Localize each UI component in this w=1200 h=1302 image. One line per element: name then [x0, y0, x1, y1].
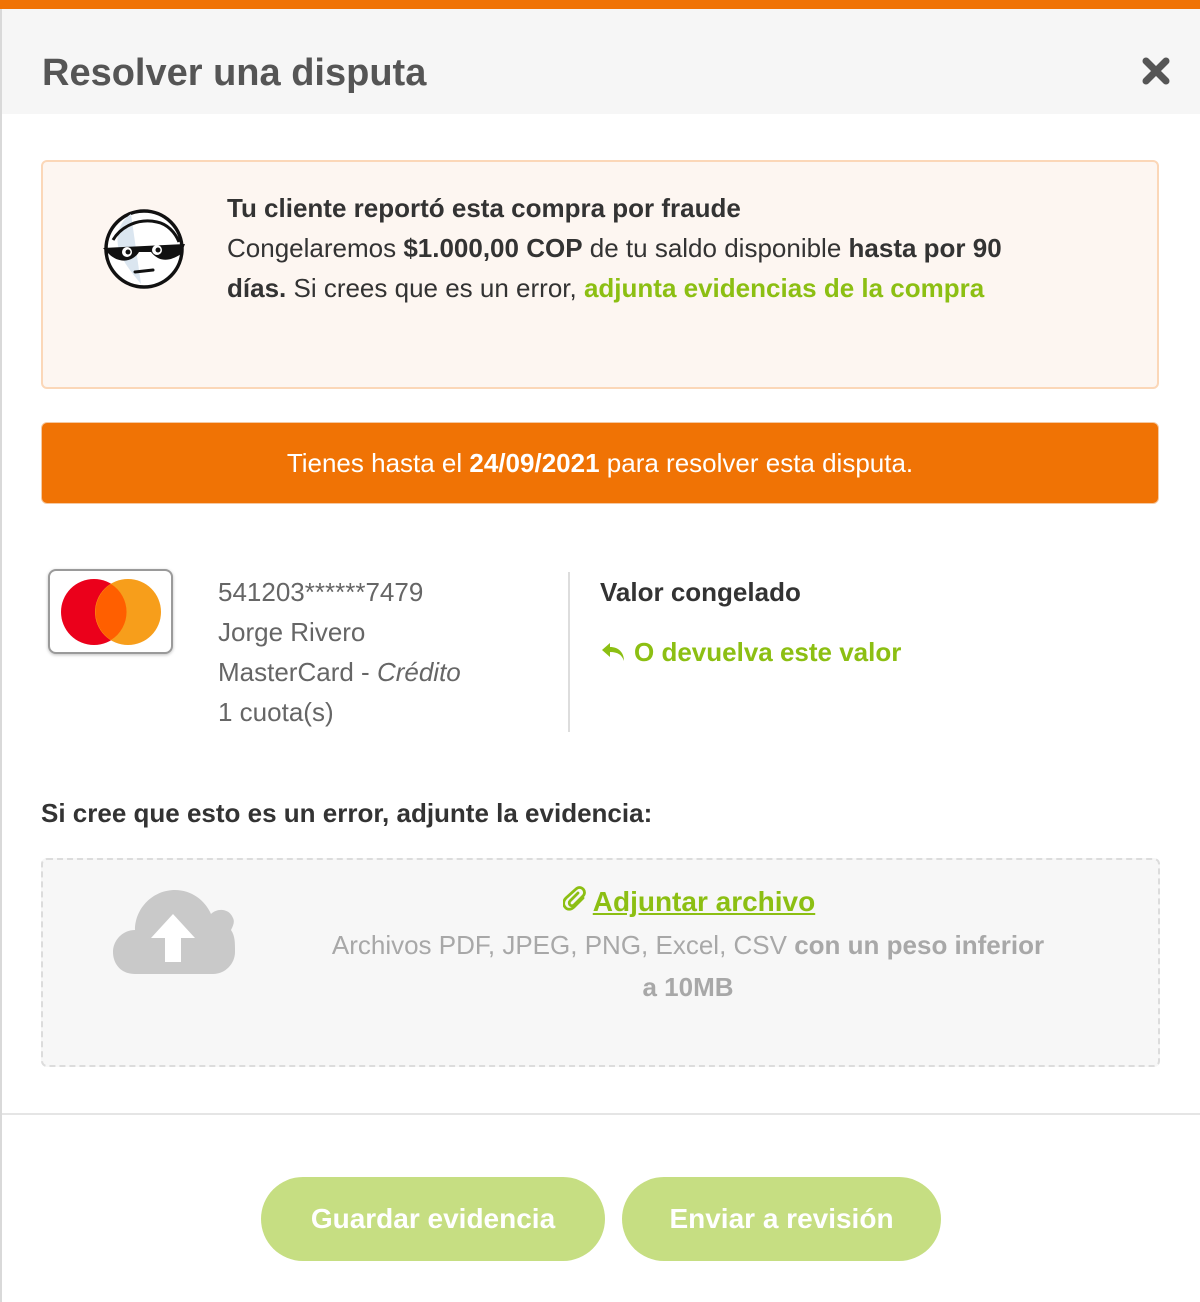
frozen-amount: $1.000,00 COP: [403, 233, 583, 263]
card-holder: Jorge Rivero: [218, 617, 366, 647]
mastercard-icon: [48, 569, 173, 654]
deadline-prefix: Tienes hasta el: [286, 448, 470, 478]
fraud-alert: Tu cliente reportó esta compra por fraud…: [41, 160, 1159, 389]
card-type: Crédito: [376, 657, 461, 687]
close-icon: [1142, 57, 1170, 85]
thief-icon: [103, 209, 185, 289]
submit-review-button[interactable]: Enviar a revisión: [622, 1177, 941, 1261]
modal-title: Resolver una disputa: [42, 52, 427, 94]
top-accent-stripe: [0, 0, 1200, 9]
attach-file-link[interactable]: Adjuntar archivo: [43, 884, 1200, 920]
paperclip-icon: [561, 886, 586, 911]
freeze-text-2: de tu saldo disponible: [582, 233, 849, 263]
freeze-text-3: Si crees que es un error,: [286, 273, 584, 303]
card-details: 541203******7479 Jorge Rivero MasterCard…: [218, 572, 461, 732]
allowed-formats: Archivos PDF, JPEG, PNG, Excel, CSV: [331, 930, 795, 960]
deadline-suffix: para resolver esta disputa.: [599, 448, 914, 478]
modal-left-edge: [0, 9, 2, 1302]
modal-header: Resolver una disputa: [2, 9, 1200, 114]
freeze-text: Congelaremos: [227, 233, 404, 263]
file-dropzone[interactable]: Adjuntar archivo Archivos PDF, JPEG, PNG…: [41, 858, 1160, 1067]
close-button[interactable]: [1140, 55, 1172, 87]
footer-divider: [2, 1113, 1200, 1115]
attach-file-label: Adjuntar archivo: [592, 886, 816, 917]
card-installments: 1 cuota(s): [218, 697, 334, 727]
card-separator: -: [353, 657, 377, 687]
refund-link-label: O devuelva este valor: [634, 637, 902, 667]
reply-arrow-icon: [602, 643, 624, 661]
card-brand-type: MasterCard - Crédito: [218, 652, 461, 692]
fraud-alert-text: Tu cliente reportó esta compra por fraud…: [227, 188, 1067, 308]
deadline-date: 24/09/2021: [469, 448, 600, 478]
fraud-alert-heading: Tu cliente reportó esta compra por fraud…: [227, 193, 741, 223]
file-requirements: Archivos PDF, JPEG, PNG, Excel, CSV con …: [323, 924, 1053, 1008]
vertical-divider: [568, 572, 570, 732]
evidence-label: Si cree que esto es un error, adjunte la…: [41, 798, 653, 828]
deadline-banner: Tienes hasta el 24/09/2021 para resolver…: [41, 422, 1159, 504]
card-brand: MasterCard: [218, 657, 354, 687]
frozen-value-label: Valor congelado: [600, 577, 801, 607]
card-number: 541203******7479: [218, 577, 424, 607]
attach-evidence-link[interactable]: adjunta evidencias de la compra: [584, 273, 984, 303]
save-evidence-button[interactable]: Guardar evidencia: [261, 1177, 605, 1261]
refund-value-link[interactable]: O devuelva este valor: [600, 632, 901, 672]
